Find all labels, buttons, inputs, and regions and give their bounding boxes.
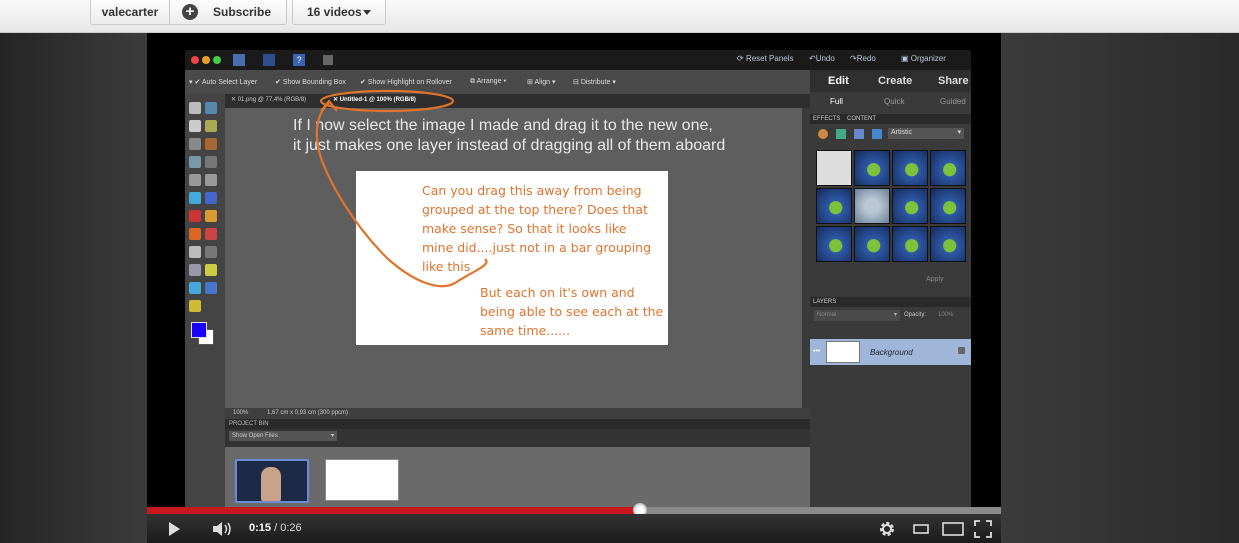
- plus-icon: +: [182, 4, 198, 20]
- tab-highlight-ellipse: [319, 89, 455, 113]
- fullscreen-icon[interactable]: [974, 520, 992, 538]
- annotation-arrow-path: [315, 102, 488, 288]
- player-controls: 0:15 / 0:26: [147, 514, 1001, 543]
- time-separator: /: [271, 522, 281, 534]
- progress-bar[interactable]: [147, 503, 1001, 517]
- video-frame[interactable]: ? ⟳ Reset Panels ↶Undo ↷Redo ▣ Organizer…: [147, 33, 1001, 507]
- large-player-icon[interactable]: [942, 520, 964, 538]
- current-time: 0:15: [249, 522, 272, 534]
- subscribe-button[interactable]: + Subscribe: [169, 0, 287, 25]
- play-icon[interactable]: [169, 522, 180, 536]
- duration: 0:26: [280, 522, 302, 534]
- player-background-left: [0, 33, 147, 543]
- gear-icon[interactable]: [878, 520, 896, 538]
- progress-played: [147, 507, 640, 514]
- subscribe-label: Subscribe: [213, 5, 272, 19]
- videos-dropdown[interactable]: 16 videos: [292, 0, 386, 25]
- caret-down-icon: [363, 10, 371, 15]
- player-background-right: [1001, 33, 1239, 543]
- small-player-icon[interactable]: [912, 520, 930, 538]
- volume-icon[interactable]: [213, 522, 233, 536]
- channel-username-button[interactable]: valecarter: [90, 0, 170, 25]
- videos-count-label: 16 videos: [307, 5, 362, 19]
- channel-bar: valecarter + Subscribe 16 videos: [0, 0, 1239, 33]
- annotation-drawing: [315, 89, 488, 288]
- time-display: 0:15 / 0:26: [249, 522, 302, 534]
